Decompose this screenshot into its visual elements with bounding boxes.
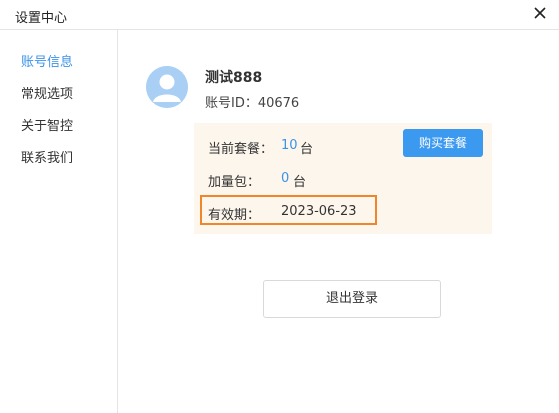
account-id: 账号ID：40676 [205,96,300,111]
current-plan-label: 当前套餐： [208,142,274,157]
close-icon[interactable] [531,4,549,22]
plan-card: 当前套餐： 10 台 购买套餐 加量包： 0 台 有效期： 2023-06-23 [194,123,492,234]
buy-plan-button[interactable]: 购买套餐 [403,129,483,157]
sidebar-item-general-options[interactable]: 常规选项 [21,83,73,102]
sidebar: 账号信息 常规选项 关于智控 联系我们 [0,30,118,413]
addon-label: 加量包： [208,175,261,190]
window-title: 设置中心 [15,11,68,26]
addon-value: 0 [281,171,290,186]
sidebar-item-contact-us[interactable]: 联系我们 [21,147,73,166]
sidebar-item-account-info[interactable]: 账号信息 [21,51,73,70]
current-plan-value: 10 [281,138,298,153]
user-avatar-icon [146,66,188,108]
sidebar-item-about[interactable]: 关于智控 [21,115,73,134]
title-bar: 设置中心 [0,0,559,30]
logout-button[interactable]: 退出登录 [263,280,441,318]
validity-label: 有效期： [208,208,261,223]
current-plan-unit: 台 [300,142,314,157]
addon-unit: 台 [293,175,307,190]
username: 测试888 [205,70,263,86]
validity-value: 2023-06-23 [281,204,357,219]
